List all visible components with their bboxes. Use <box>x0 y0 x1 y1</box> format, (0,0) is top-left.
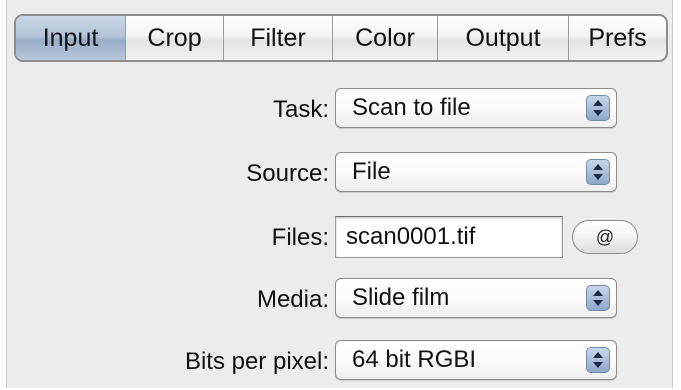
task-label: Task: <box>272 96 329 123</box>
browse-files-button[interactable]: @ <box>572 220 638 254</box>
up-down-arrows-icon <box>586 347 610 373</box>
tab-bar: Input Crop Filter Color Output Prefs <box>14 14 668 62</box>
up-down-arrows-icon <box>586 285 610 311</box>
task-popup[interactable]: Scan to file <box>335 88 617 128</box>
media-label: Media: <box>256 286 329 313</box>
bits-per-pixel-row: Bits per pixel: 64 bit RGBI <box>7 340 674 384</box>
bits-per-pixel-popup[interactable]: 64 bit RGBI <box>335 340 617 380</box>
tab-color[interactable]: Color <box>333 16 438 60</box>
files-row: Files: scan0001.tif @ <box>7 216 674 260</box>
media-row: Media: Slide film <box>7 278 674 322</box>
bits-per-pixel-value: 64 bit RGBI <box>352 346 477 373</box>
tab-output[interactable]: Output <box>438 16 569 60</box>
tab-filter[interactable]: Filter <box>224 16 333 60</box>
files-value: scan0001.tif <box>346 223 476 250</box>
source-row: Source: File <box>7 152 674 196</box>
tab-input[interactable]: Input <box>16 16 126 60</box>
task-value: Scan to file <box>352 94 471 121</box>
files-input[interactable]: scan0001.tif <box>335 216 563 258</box>
tab-crop[interactable]: Crop <box>126 16 224 60</box>
source-value: File <box>352 158 391 185</box>
source-label: Source: <box>246 160 329 187</box>
input-settings-panel: Input Crop Filter Color Output Prefs Tas… <box>6 0 673 388</box>
media-popup[interactable]: Slide film <box>335 278 617 318</box>
source-popup[interactable]: File <box>335 152 617 192</box>
files-label: Files: <box>271 224 329 251</box>
task-row: Task: Scan to file <box>7 88 674 132</box>
up-down-arrows-icon <box>586 159 610 185</box>
bits-per-pixel-label: Bits per pixel: <box>184 348 329 375</box>
up-down-arrows-icon <box>586 95 610 121</box>
tab-prefs[interactable]: Prefs <box>569 16 666 60</box>
media-value: Slide film <box>352 284 450 311</box>
